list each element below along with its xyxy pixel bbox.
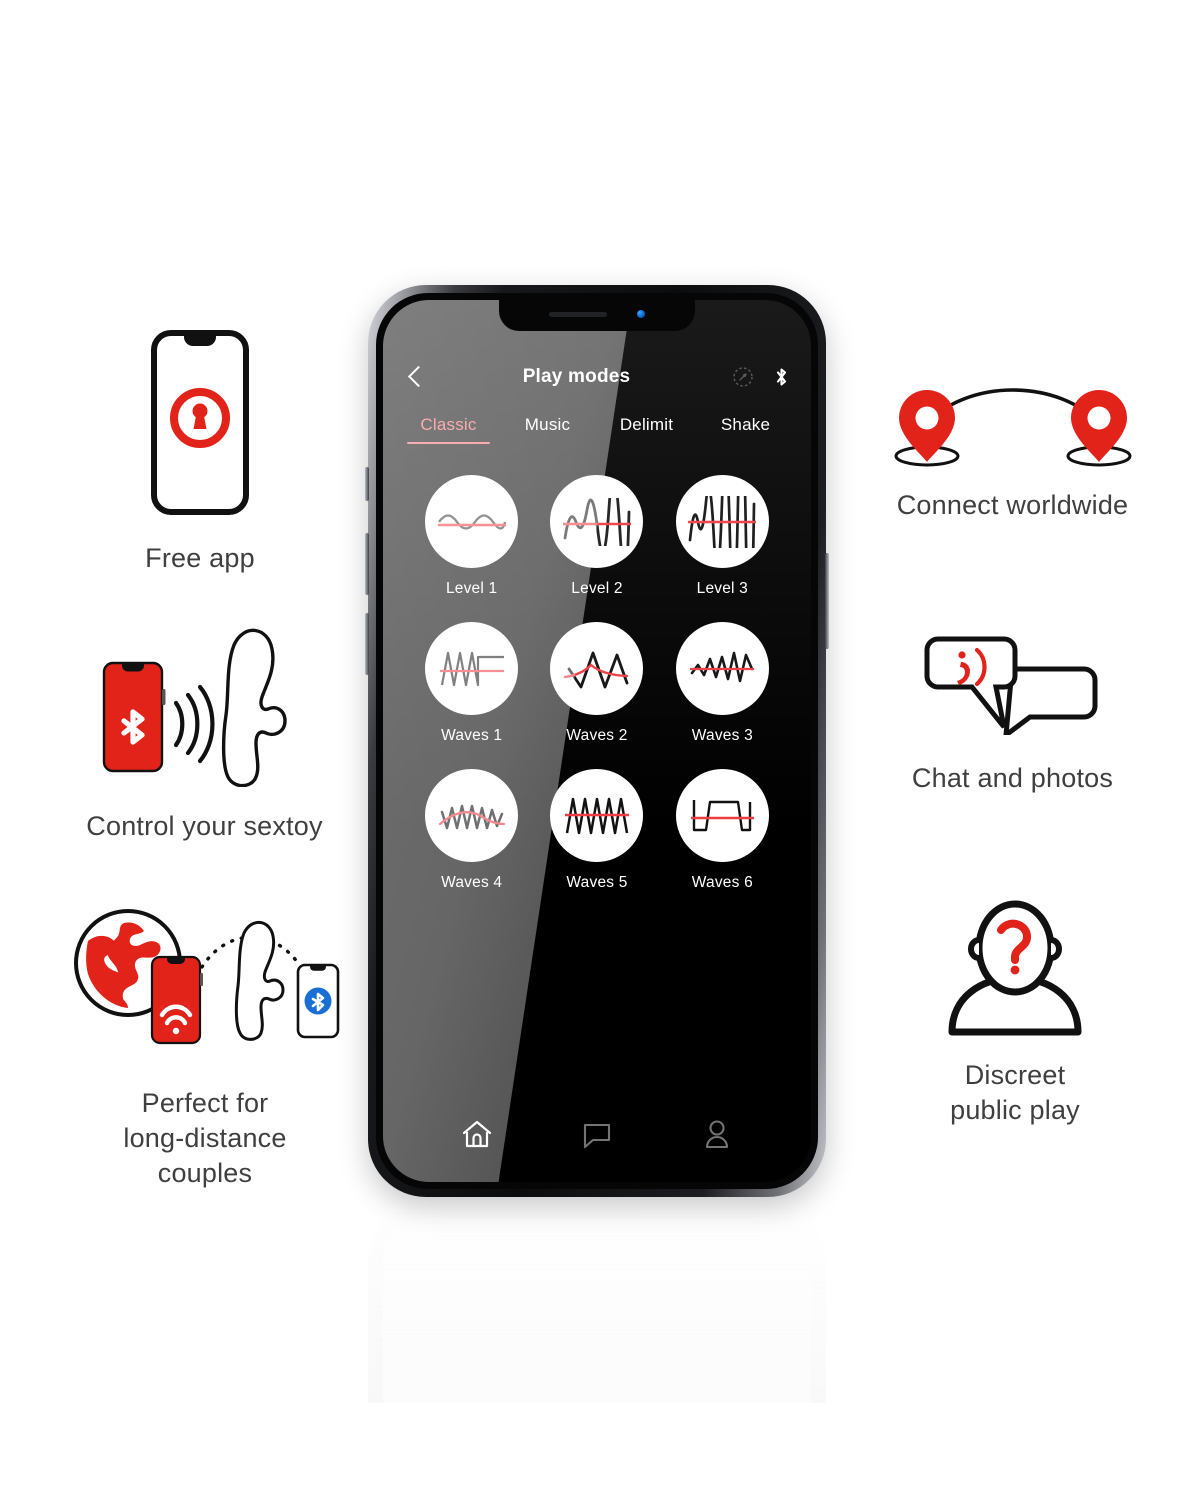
header-actions: [732, 366, 789, 388]
volume-down-button[interactable]: [365, 613, 369, 675]
sine-high-amplitude-icon: [675, 475, 769, 568]
nav-chat-icon[interactable]: [580, 1117, 614, 1156]
mode-waves-3[interactable]: Waves 3: [660, 622, 785, 745]
globe-phone-toy-icon: [66, 905, 344, 1060]
mode-label: Waves 2: [566, 727, 628, 744]
phone-bluetooth-toy-icon: [88, 615, 322, 787]
play-modes-app: Play modes Classic Music Delimit Shake L…: [383, 300, 811, 1182]
bottom-navigation: [383, 1104, 811, 1182]
mode-label: Waves 4: [441, 874, 503, 891]
front-camera-icon: [637, 310, 645, 318]
mode-label: Waves 1: [441, 727, 503, 744]
back-button[interactable]: [405, 366, 427, 388]
sine-medium-amplitude-icon: [550, 475, 644, 568]
rising-zigzag-icon: [675, 622, 769, 715]
feature-discreet-play: Discreet public play: [900, 900, 1130, 1128]
mode-waves-2[interactable]: Waves 2: [534, 622, 659, 745]
mode-level-1[interactable]: Level 1: [409, 475, 534, 598]
mode-waves-5[interactable]: Waves 5: [534, 769, 659, 892]
feature-caption: Chat and photos: [911, 763, 1114, 793]
square-plateau-icon: [675, 769, 769, 862]
mode-waves-6[interactable]: Waves 6: [660, 769, 785, 892]
feature-caption: Perfect for long-distance couples: [123, 1088, 287, 1189]
power-button[interactable]: [825, 553, 829, 649]
feature-caption: Free app: [145, 543, 255, 573]
mode-level-2[interactable]: Level 2: [534, 475, 659, 598]
reflection-body: [368, 1203, 826, 1403]
mode-label: Level 2: [571, 580, 623, 597]
feature-free-app: Free app: [95, 330, 305, 576]
play-mode-grid: Level 1 Level 2 Level 3 Waves 1 Waves 2 …: [383, 475, 811, 892]
page-title: Play modes: [522, 366, 631, 387]
phone-bezel: Play modes Classic Music Delimit Shake L…: [376, 293, 818, 1189]
tab-classic[interactable]: Classic: [399, 415, 498, 444]
mode-level-3[interactable]: Level 3: [660, 475, 785, 598]
anonymous-person-question-icon: [944, 900, 1086, 1036]
feature-caption: Control your sextoy: [86, 811, 323, 841]
phone-body: Play modes Classic Music Delimit Shake L…: [365, 285, 829, 1197]
promo-page: Free app Control your sextoy Perfect for…: [0, 0, 1200, 1500]
reflection-screen: [383, 1218, 811, 1403]
feature-long-distance: Perfect for long-distance couples: [55, 905, 355, 1191]
feature-caption: Connect worldwide: [896, 490, 1129, 520]
mode-label: Waves 6: [691, 874, 753, 891]
mode-label: Waves 3: [691, 727, 753, 744]
tab-shake[interactable]: Shake: [696, 415, 795, 444]
compass-icon[interactable]: [732, 366, 754, 388]
phone-screen: Play modes Classic Music Delimit Shake L…: [383, 300, 811, 1182]
phone-mockup: Play modes Classic Music Delimit Shake L…: [365, 285, 833, 1205]
app-header: Play modes: [383, 356, 811, 398]
feature-connect-worldwide: Connect worldwide: [880, 382, 1145, 523]
sine-low-amplitude-icon: [425, 475, 519, 568]
earpiece-speaker: [549, 311, 607, 317]
nav-profile-icon[interactable]: [700, 1117, 734, 1156]
sawtooth-icon: [550, 769, 644, 862]
mode-tabs: Classic Music Delimit Shake: [383, 415, 811, 444]
feature-chat-photos: Chat and photos: [885, 625, 1140, 796]
phone-mirror-reflection: [368, 1203, 833, 1403]
mode-label: Level 3: [696, 580, 749, 597]
map-pins-arc-icon: [887, 382, 1139, 470]
nav-home-icon[interactable]: [460, 1117, 494, 1156]
feature-control-sextoy: Control your sextoy: [62, 615, 347, 844]
tab-music[interactable]: Music: [498, 415, 597, 444]
mode-waves-4[interactable]: Waves 4: [409, 769, 534, 892]
mode-label: Waves 5: [566, 874, 628, 891]
phone-notch: [499, 300, 695, 331]
dense-zigzag-arc-icon: [425, 769, 519, 862]
zigzag-then-flat-icon: [425, 622, 519, 715]
mode-waves-1[interactable]: Waves 1: [409, 622, 534, 745]
wide-peak-zigzag-icon: [550, 622, 644, 715]
phone-lock-icon: [151, 330, 249, 515]
mute-switch[interactable]: [365, 467, 369, 501]
tab-delimit[interactable]: Delimit: [597, 415, 696, 444]
speech-bubbles-wink-icon: [924, 625, 1102, 735]
bluetooth-icon[interactable]: [774, 366, 789, 388]
volume-up-button[interactable]: [365, 533, 369, 595]
mode-label: Level 1: [445, 580, 498, 597]
feature-caption: Discreet public play: [950, 1060, 1080, 1126]
